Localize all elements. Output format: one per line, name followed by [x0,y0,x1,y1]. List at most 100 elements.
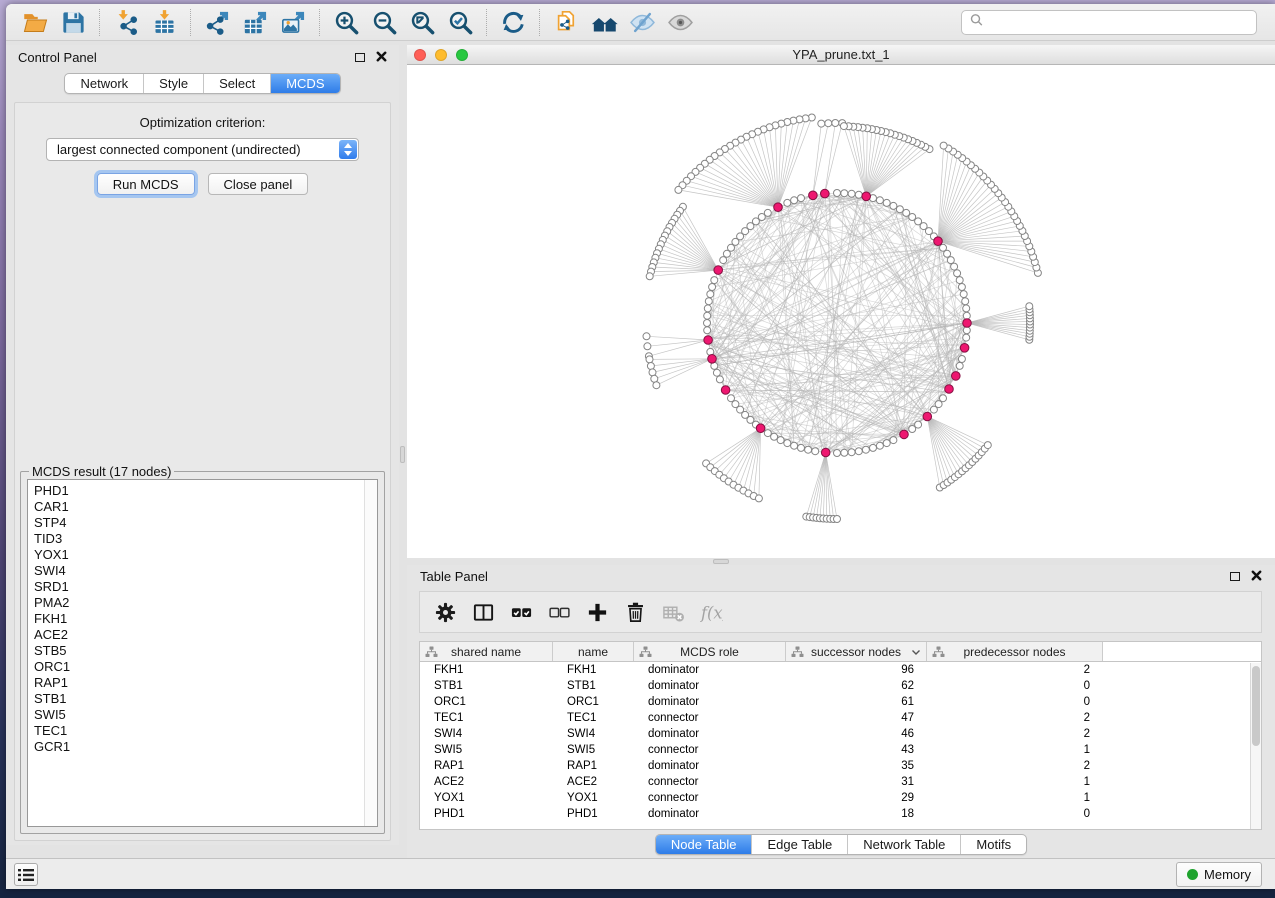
export-table-button[interactable] [236,7,274,37]
run-mcds-button[interactable]: Run MCDS [97,173,195,195]
mcds-result-item[interactable]: SWI4 [34,563,377,579]
refresh-button[interactable] [494,7,532,37]
search-input[interactable] [989,15,1248,30]
zoom-fit-button[interactable] [403,7,441,37]
optimization-criterion-select[interactable]: largest connected component (undirected) [46,138,359,161]
mcds-result-item[interactable]: STB1 [34,691,377,707]
settings-button[interactable] [432,597,458,627]
table-row[interactable]: TEC1TEC1connector472 [420,710,1261,726]
close-panel-button[interactable]: Close panel [208,173,309,195]
column-header-name[interactable]: name [553,642,634,661]
add-row-button[interactable] [584,597,610,627]
mcds-result-item[interactable]: ACE2 [34,627,377,643]
tab-node-table[interactable]: Node Table [656,835,753,854]
mcds-result-item[interactable]: YOX1 [34,547,377,563]
open-button[interactable] [16,7,54,37]
close-window-icon[interactable] [414,49,426,61]
tab-select[interactable]: Select [204,74,271,93]
table-cell: dominator [634,758,786,774]
delete-table-button [660,597,686,627]
import-network-button[interactable] [107,7,145,37]
export-image-button[interactable] [274,7,312,37]
table-row[interactable]: STB1STB1dominator620 [420,678,1261,694]
network-canvas[interactable] [407,65,1275,558]
mcds-list-scrollbar[interactable] [364,480,377,826]
mcds-result-item[interactable]: TEC1 [34,723,377,739]
mcds-result-item[interactable]: CAR1 [34,499,377,515]
column-header-successor-nodes[interactable]: successor nodes [786,642,927,661]
mcds-result-item[interactable]: ORC1 [34,659,377,675]
mcds-result-item[interactable]: TID3 [34,531,377,547]
hide-selected-button[interactable] [623,7,661,37]
table-row[interactable]: YOX1YOX1connector291 [420,790,1261,806]
deselect-all-button[interactable] [546,597,572,627]
column-header-MCDS-role[interactable]: MCDS role [634,642,786,661]
mcds-result-item[interactable]: RAP1 [34,675,377,691]
divider-handle[interactable] [713,559,729,564]
table-row[interactable]: SWI5SWI5connector431 [420,742,1261,758]
table-cell: 18 [786,806,927,822]
mcds-result-item[interactable]: STB5 [34,643,377,659]
column-header-predecessor-nodes[interactable]: predecessor nodes [927,642,1103,661]
import-table-button[interactable] [145,7,183,37]
tab-style[interactable]: Style [144,74,204,93]
mcds-result-item[interactable]: GCR1 [34,739,377,755]
table-row[interactable]: ORC1ORC1dominator610 [420,694,1261,710]
table-cell: 43 [786,742,927,758]
deselect-all-icon [548,601,571,624]
search-icon [970,13,983,31]
table-cell: 0 [927,678,1103,694]
zoom-out-button[interactable] [365,7,403,37]
svg-text:f(x): f(x) [700,603,723,622]
scrollbar-thumb[interactable] [1252,666,1260,746]
table-cell: 2 [927,726,1103,742]
tab-motifs[interactable]: Motifs [961,835,1026,854]
column-header-shared-name[interactable]: shared name [420,642,553,661]
select-all-button[interactable] [508,597,534,627]
table-cell: RAP1 [420,758,553,774]
zoom-in-button[interactable] [327,7,365,37]
table-row[interactable]: ACE2ACE2connector311 [420,774,1261,790]
float-panel-icon[interactable] [1230,572,1240,581]
mcds-result-group: MCDS result (17 nodes) PHD1CAR1STP4TID3Y… [20,464,385,834]
minimize-window-icon[interactable] [435,49,447,61]
mcds-result-item[interactable]: FKH1 [34,611,377,627]
clone-network-button[interactable] [547,7,585,37]
table-cell: 61 [786,694,927,710]
save-button[interactable] [54,7,92,37]
show-all-button[interactable] [661,7,699,37]
panel-divider-vertical[interactable] [399,41,407,858]
memory-button[interactable]: Memory [1176,862,1262,887]
toolbar-buttons [16,7,699,37]
task-history-button[interactable] [14,863,38,886]
maximize-window-icon[interactable] [456,49,468,61]
close-panel-icon[interactable] [1251,569,1262,584]
mcds-result-item[interactable]: STP4 [34,515,377,531]
divider-handle[interactable] [400,446,405,463]
table-scrollbar[interactable] [1250,663,1261,829]
mcds-result-item[interactable]: SRD1 [34,579,377,595]
function-builder-icon: f(x) [700,601,723,624]
search-box[interactable] [961,10,1257,35]
table-row[interactable]: PHD1PHD1dominator180 [420,806,1261,822]
mcds-result-item[interactable]: PHD1 [34,483,377,499]
table-row[interactable]: FKH1FKH1dominator962 [420,662,1261,678]
tab-mcds[interactable]: MCDS [271,74,339,93]
mcds-result-item[interactable]: PMA2 [34,595,377,611]
close-panel-icon[interactable] [376,50,387,65]
first-neighbors-button[interactable] [585,7,623,37]
float-panel-icon[interactable] [355,53,365,62]
tab-network-table[interactable]: Network Table [848,835,961,854]
export-network-button[interactable] [198,7,236,37]
columns-button[interactable] [470,597,496,627]
table-cell: 1 [927,742,1103,758]
tab-network[interactable]: Network [65,74,144,93]
zoom-selected-button[interactable] [441,7,479,37]
table-cell: connector [634,790,786,806]
table-row[interactable]: RAP1RAP1dominator352 [420,758,1261,774]
tab-edge-table[interactable]: Edge Table [752,835,848,854]
panel-divider-horizontal[interactable] [407,558,1275,565]
table-row[interactable]: SWI4SWI4dominator462 [420,726,1261,742]
mcds-result-item[interactable]: SWI5 [34,707,377,723]
delete-row-button[interactable] [622,597,648,627]
